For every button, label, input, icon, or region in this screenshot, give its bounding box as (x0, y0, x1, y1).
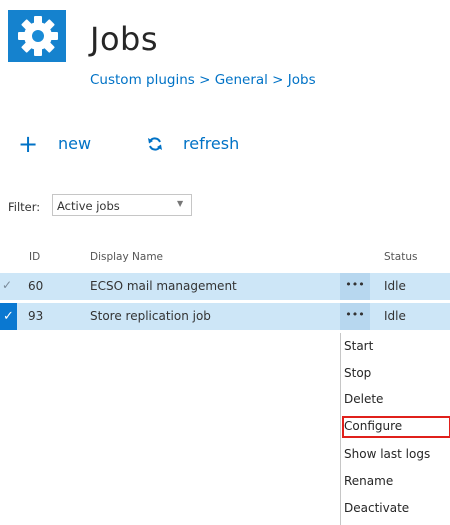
gear-icon (8, 10, 66, 62)
table-row[interactable]: ✓ 60 ECSO mail management ••• Idle (0, 273, 450, 300)
column-header-status[interactable]: Status (384, 251, 417, 263)
menu-item-stop[interactable]: Stop (344, 366, 371, 380)
menu-item-delete[interactable]: Delete (344, 392, 383, 406)
more-options-button[interactable]: ••• (340, 303, 370, 330)
context-menu: Start Stop Delete Configure Show last lo… (340, 333, 450, 525)
refresh-button[interactable]: refresh (147, 134, 239, 153)
column-header-display-name[interactable]: Display Name (90, 251, 163, 263)
breadcrumb[interactable]: Custom plugins > General > Jobs (90, 72, 316, 88)
plus-icon: + (18, 129, 39, 158)
menu-item-show-last-logs[interactable]: Show last logs (344, 447, 430, 461)
row-id: 60 (28, 279, 44, 293)
check-icon[interactable]: ✓ (2, 278, 12, 292)
row-display-name: ECSO mail management (90, 279, 237, 293)
row-status: Idle (384, 309, 406, 323)
chevron-down-icon: ▼ (177, 199, 184, 208)
page-title: Jobs (90, 20, 158, 58)
refresh-button-label: refresh (183, 134, 240, 153)
refresh-icon (147, 136, 163, 152)
menu-item-deactivate[interactable]: Deactivate (344, 501, 409, 515)
row-status: Idle (384, 279, 406, 293)
check-icon[interactable]: ✓ (0, 303, 17, 330)
table-row[interactable]: ✓ 93 Store replication job ••• Idle (0, 303, 450, 330)
column-header-id[interactable]: ID (29, 251, 40, 263)
new-button-label: new (58, 134, 92, 153)
filter-label: Filter: (8, 200, 41, 214)
menu-item-rename[interactable]: Rename (344, 474, 393, 488)
filter-select[interactable]: Active jobs ▼ (52, 194, 192, 216)
more-options-button[interactable]: ••• (340, 273, 370, 300)
menu-item-configure[interactable]: Configure (344, 419, 402, 433)
menu-item-start[interactable]: Start (344, 339, 373, 353)
new-button[interactable]: + new (18, 129, 92, 158)
row-id: 93 (28, 309, 44, 323)
filter-value: Active jobs (57, 199, 120, 213)
row-display-name: Store replication job (90, 309, 211, 323)
